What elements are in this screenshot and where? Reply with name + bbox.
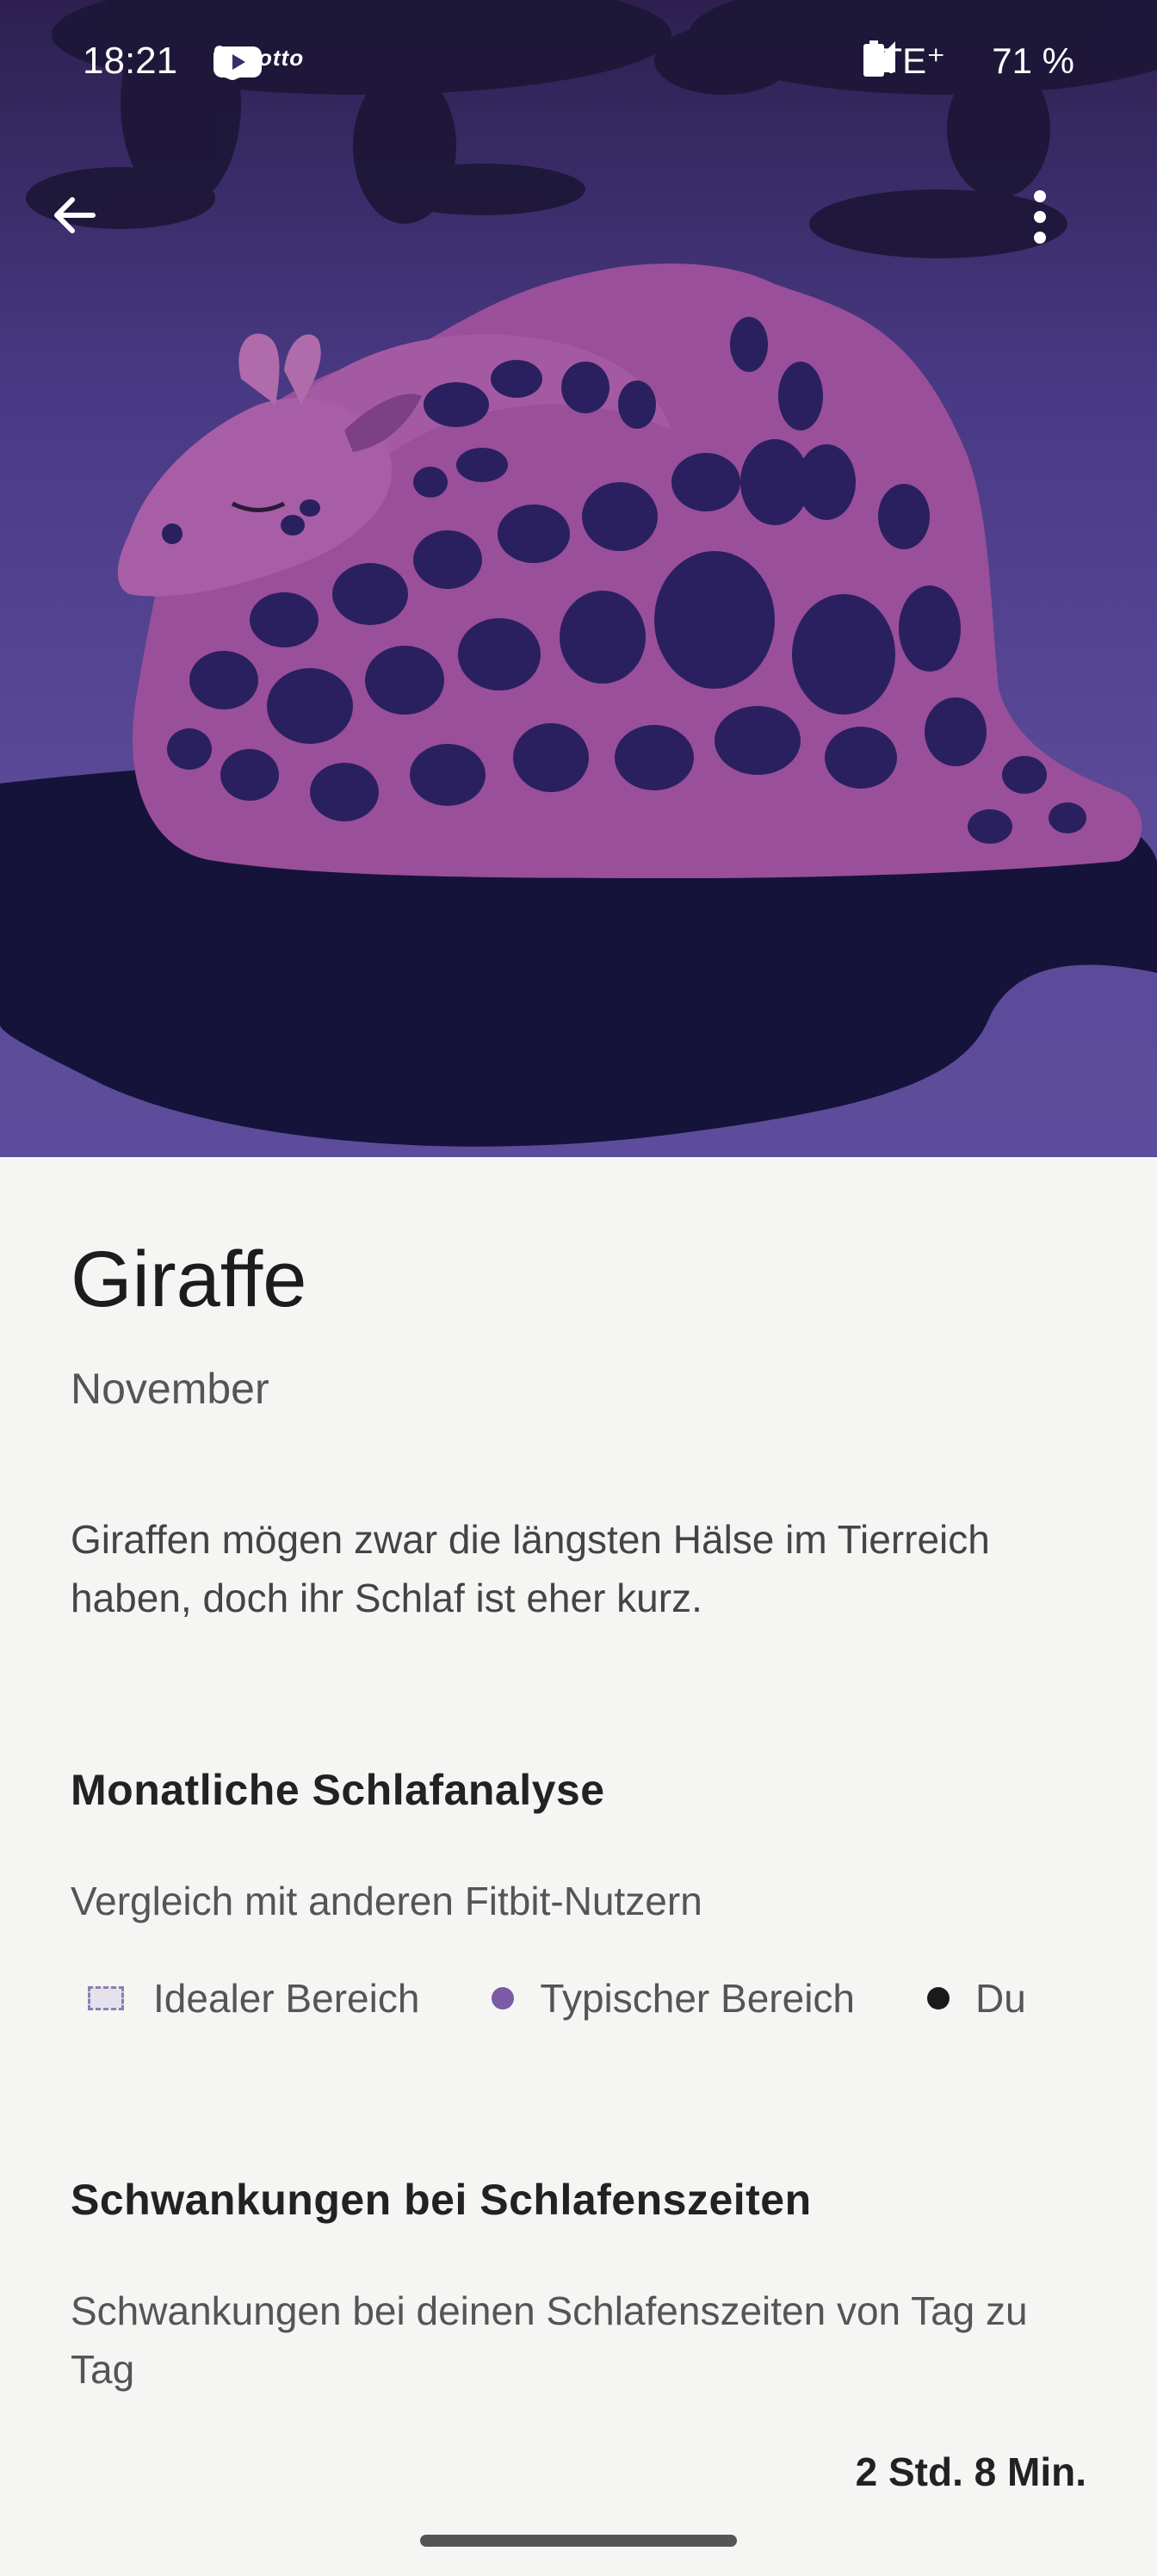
monthly-analysis-subtitle: Vergleich mit anderen Fitbit-Nutzern (71, 1879, 702, 1923)
sleeping-giraffe-illustration (0, 0, 1157, 1147)
status-right: LTE⁺ 71 % (863, 40, 1074, 82)
status-time: 18:21 (83, 40, 178, 82)
notification-icons: otto (213, 45, 349, 80)
legend-label: Typischer Bereich (540, 1976, 856, 2021)
typical-range-dot (492, 1987, 515, 2009)
you-dot (927, 1987, 950, 2009)
ideal-range-swatch (88, 1986, 124, 2010)
profile-description: Giraffen mögen zwar die längsten Hälse i… (71, 1517, 990, 1620)
legend-label: Idealer Bereich (153, 1976, 420, 2021)
chart-legend: Idealer Bereich Typischer Bereich Du (88, 1975, 1026, 2022)
month-label: November (71, 1365, 269, 1413)
back-button[interactable] (48, 189, 131, 272)
page-title: Giraffe (71, 1235, 307, 1323)
otto-icon: otto (258, 45, 305, 71)
legend-item-ideal: Idealer Bereich (88, 1975, 419, 2022)
monthly-analysis-title: Monatliche Schlafanalyse (71, 1766, 605, 1814)
battery-level: 71 % (992, 40, 1074, 81)
legend-item-you: Du (927, 1975, 1026, 2022)
home-indicator[interactable] (420, 2535, 737, 2547)
arrow-back-icon (54, 197, 96, 233)
more-options-button[interactable] (1031, 189, 1114, 272)
legend-item-typical: Typischer Bereich (492, 1975, 855, 2022)
bedtime-variability-value: 2 Std. 8 Min. (855, 2449, 1086, 2494)
more-vertical-icon (1034, 190, 1046, 244)
hero-illustration: 18:21 otto LTE⁺ 71 % (0, 0, 1157, 1157)
bedtime-variability-title: Schwankungen bei Schlafenszeiten (71, 2176, 812, 2224)
legend-label: Du (975, 1976, 1026, 2021)
bedtime-variability-subtitle: Schwankungen bei deinen Schlafenszeiten … (71, 2288, 1028, 2392)
status-bar: 18:21 otto LTE⁺ 71 % (0, 0, 1157, 129)
